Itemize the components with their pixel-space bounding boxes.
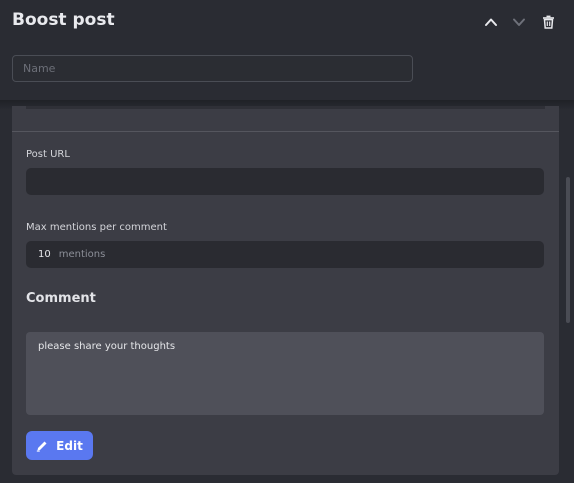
max-mentions-unit: mentions xyxy=(58,249,106,260)
max-mentions-value: 10 xyxy=(38,249,51,260)
move-down-button[interactable] xyxy=(511,14,527,30)
pencil-icon xyxy=(36,441,47,452)
post-url-label: Post URL xyxy=(26,149,70,160)
delete-button[interactable] xyxy=(540,14,556,30)
section-divider xyxy=(12,131,559,132)
collapsed-section xyxy=(12,106,559,131)
edit-button-label: Edit xyxy=(56,438,83,453)
comment-text: please share your thoughts xyxy=(38,341,176,352)
step-header: Boost post xyxy=(0,0,574,46)
chevron-up-icon xyxy=(485,18,497,26)
edit-comment-button[interactable]: Edit xyxy=(26,431,93,460)
step-settings-panel: Post URL Max mentions per comment 10 men… xyxy=(12,106,559,475)
chevron-down-icon xyxy=(513,18,525,26)
post-url-input[interactable] xyxy=(26,168,544,195)
name-input[interactable] xyxy=(12,55,413,82)
max-mentions-label: Max mentions per comment xyxy=(26,222,167,233)
comment-preview: please share your thoughts xyxy=(26,332,544,415)
max-mentions-input[interactable]: 10 mentions xyxy=(26,241,544,268)
step-title: Boost post xyxy=(12,10,115,30)
comment-section-title: Comment xyxy=(26,291,96,306)
scrollbar-thumb[interactable] xyxy=(566,177,570,323)
trash-icon xyxy=(542,15,554,29)
move-up-button[interactable] xyxy=(483,14,499,30)
